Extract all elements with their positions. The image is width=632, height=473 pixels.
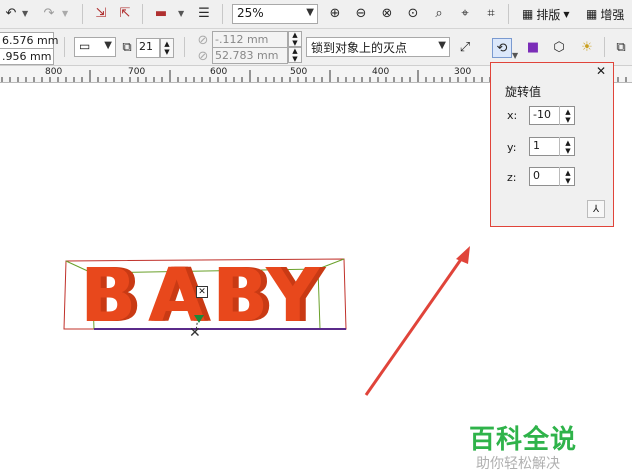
zoom-width-icon[interactable]: ⌗: [482, 4, 500, 22]
baby-letter[interactable]: Y: [266, 259, 320, 333]
baby-letter[interactable]: B: [80, 259, 136, 333]
undo-icon[interactable]: ↶: [2, 4, 20, 22]
toolbar-separator: [604, 37, 605, 57]
undo-dropdown-icon[interactable]: ▼: [22, 9, 28, 18]
rotation-values-panel: ✕ 旋转值 x: -10 ▲ ▼ y: 1 ▲ ▼ z: 0 ▲ ▼ ⅄: [490, 62, 614, 227]
rotation-icon[interactable]: ⟲: [492, 38, 512, 58]
zoom-selected-icon[interactable]: ⊗: [378, 4, 396, 22]
rotation-z-value: 0: [533, 169, 540, 182]
z-label: z:: [507, 171, 517, 184]
chevron-down-icon: ▼: [563, 9, 570, 19]
redo-dropdown-icon[interactable]: ▼: [62, 9, 68, 18]
rotation-y-value: 1: [533, 139, 540, 152]
options-icon[interactable]: ☰: [195, 4, 213, 22]
close-icon[interactable]: ✕: [596, 64, 606, 78]
depth-stepper[interactable]: ▲ ▼: [160, 38, 174, 58]
toolbar-separator: [508, 4, 509, 24]
zoom-level-select[interactable]: 25% ▼: [232, 4, 318, 24]
watermark-subtitle: 助你轻松解决: [476, 456, 560, 472]
layout-icon: ▦: [522, 7, 534, 21]
reset-rotation-icon[interactable]: ⅄: [587, 200, 605, 218]
panel-title: 旋转值: [505, 85, 542, 99]
vanishing-point-value: 锁到对象上的灭点: [311, 41, 408, 55]
toolbar-separator: [184, 37, 185, 57]
vanishing-point-cross-icon[interactable]: ✕: [189, 325, 201, 341]
copy-extrude-icon[interactable]: ⧉: [612, 38, 630, 56]
rotation-y-stepper[interactable]: ▲ ▼: [559, 137, 576, 156]
zoom-page-icon[interactable]: ⌕: [430, 4, 448, 22]
watermark-title: 百科全说: [469, 425, 578, 455]
vanishing-y-stepper[interactable]: ▲ ▼: [288, 47, 302, 63]
publish-icon[interactable]: ▬: [152, 4, 170, 22]
export-icon[interactable]: ⇱: [116, 4, 134, 22]
enhance-icon: ▦: [586, 7, 598, 21]
zoom-level-value: 25%: [237, 6, 264, 20]
rotation-center-handle[interactable]: ✕: [196, 286, 208, 298]
vanishing-point-select[interactable]: 锁到对象上的灭点 ▼: [306, 37, 450, 57]
toolbar-separator: [82, 4, 83, 24]
rotation-x-stepper[interactable]: ▲ ▼: [559, 106, 576, 125]
vanishing-x-field[interactable]: -.112 mm: [212, 31, 288, 48]
extrusion-type-icon: ▭: [79, 39, 91, 53]
depth-icon: ⧉: [122, 39, 132, 55]
toolbar-separator: [142, 4, 143, 24]
vanishing-y-icon: ⊘: [197, 48, 209, 64]
chevron-down-icon: ▼: [306, 7, 314, 18]
zoom-out-icon[interactable]: ⊖: [352, 4, 370, 22]
zoom-in-icon[interactable]: ⊕: [326, 4, 344, 22]
standard-toolbar: ↶ ▼ ↷ ▼ ⇲ ⇱ ▬ ▼ ☰ 25% ▼ ⊕ ⊖ ⊗ ⊙ ⌕ ⌖ ⌗ ▦ …: [0, 0, 632, 29]
redo-icon[interactable]: ↷: [40, 4, 58, 22]
height-field[interactable]: .956 mm: [0, 48, 54, 65]
zoom-all-icon[interactable]: ⊙: [404, 4, 422, 22]
vanishing-x-stepper[interactable]: ▲ ▼: [288, 31, 302, 47]
rotation-dropdown-icon[interactable]: ▼: [512, 51, 518, 60]
x-label: x:: [507, 109, 518, 122]
width-field[interactable]: 6.576 mm: [0, 32, 58, 49]
y-label: y:: [507, 141, 517, 154]
publish-dropdown-icon[interactable]: ▼: [178, 9, 184, 18]
vanishing-point-marker-icon[interactable]: [194, 315, 204, 323]
rotation-x-value: -10: [533, 108, 551, 121]
extrusion-type-select[interactable]: ▭ ▼: [74, 37, 116, 57]
toolbar-separator: [64, 37, 65, 57]
rotation-z-stepper[interactable]: ▲ ▼: [559, 167, 576, 186]
layout-menu-button[interactable]: ▦ 排版 ▼: [522, 4, 570, 24]
lighting-icon[interactable]: ☀: [578, 38, 596, 56]
zoom-height-icon[interactable]: ⌖: [456, 4, 474, 22]
baby-letter[interactable]: B: [212, 259, 268, 333]
vanishing-point-edit-icon[interactable]: ⤢: [456, 38, 474, 56]
bevel-icon[interactable]: ⬡: [550, 38, 568, 56]
vanishing-y-field[interactable]: 52.783 mm: [212, 47, 288, 64]
chevron-down-icon: ▼: [438, 40, 446, 51]
enhance-menu-button[interactable]: ▦ 增强: [586, 4, 624, 24]
import-icon[interactable]: ⇲: [92, 4, 110, 22]
chevron-down-icon: ▼: [104, 40, 112, 51]
layout-menu-label: 排版: [536, 7, 561, 22]
toolbar-separator: [222, 4, 223, 24]
color-icon[interactable]: ■: [524, 38, 542, 56]
depth-input[interactable]: 21: [136, 38, 160, 58]
enhance-menu-label: 增强: [600, 7, 625, 22]
property-bar: 6.576 mm .956 mm ▭ ▼ ⧉ 21 ▲ ▼ ⊘ ⊘ -.112 m…: [0, 29, 632, 66]
